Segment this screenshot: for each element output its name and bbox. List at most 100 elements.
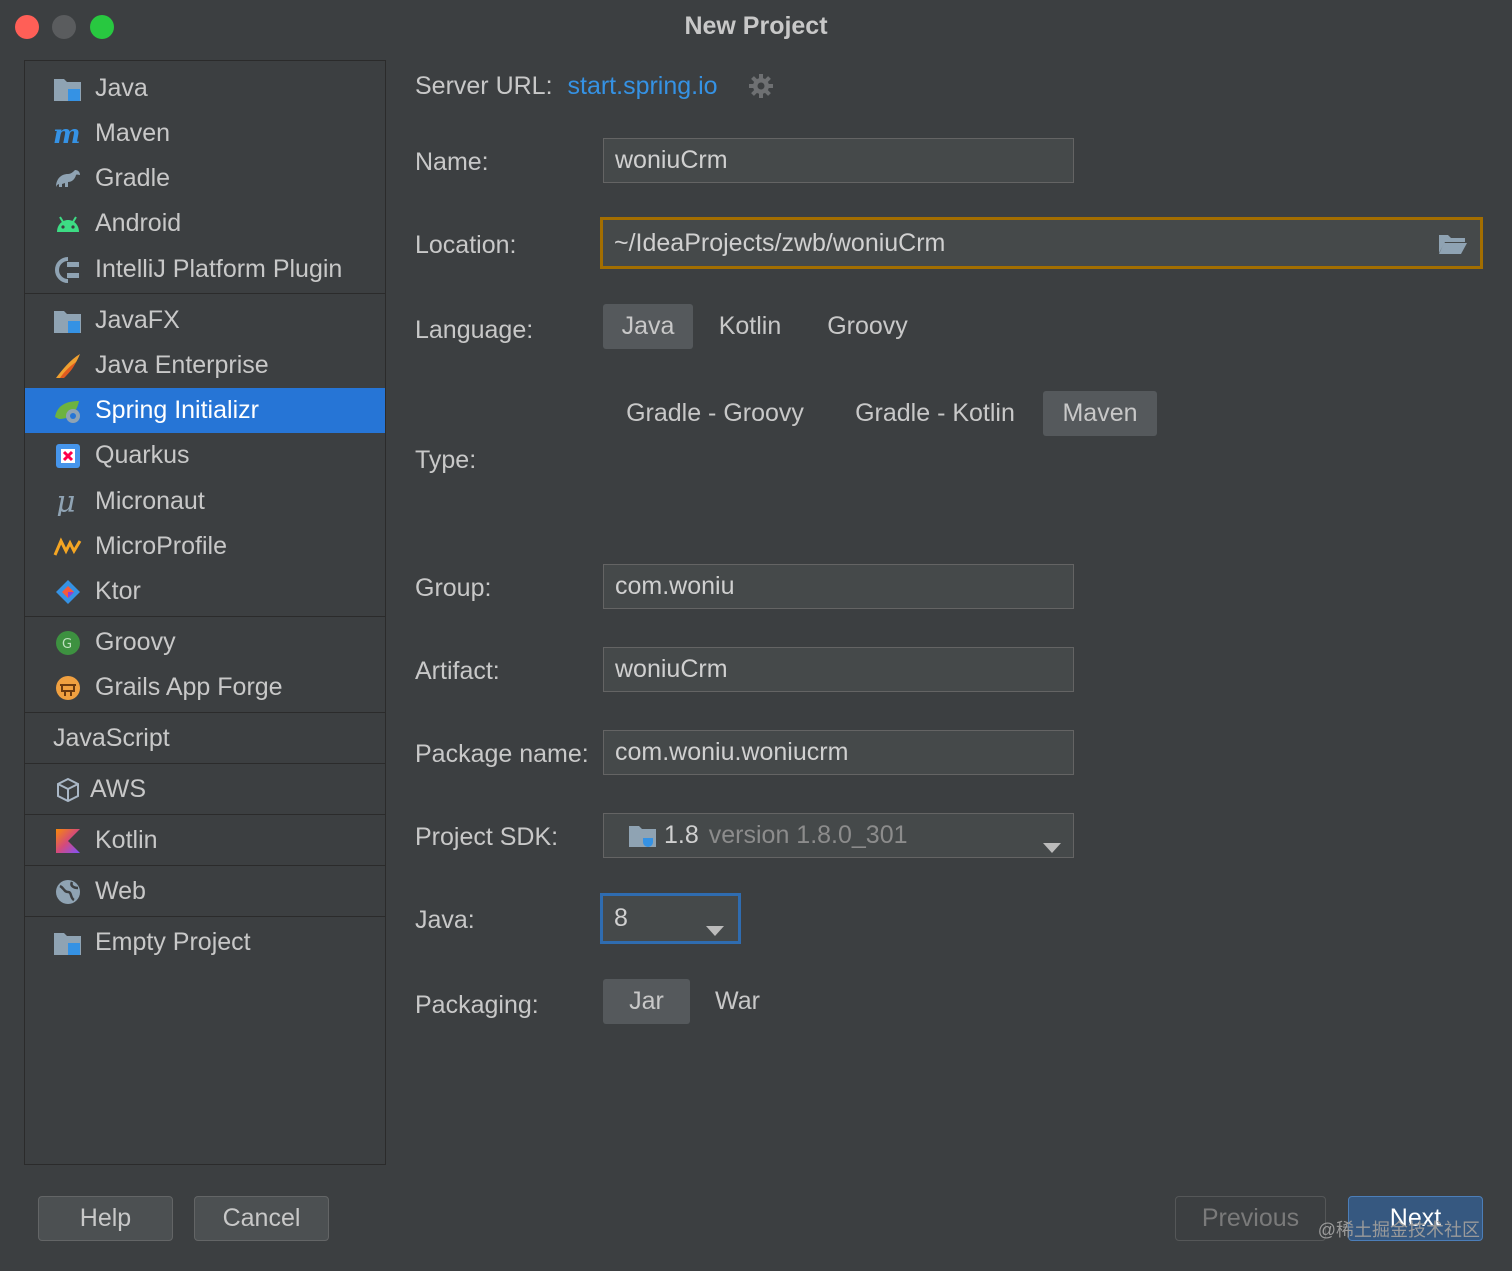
java-folder-icon — [53, 74, 83, 104]
type-option-gradle-groovy[interactable]: Gradle - Groovy — [605, 391, 825, 436]
sidebar-item-label: Quarkus — [95, 441, 190, 469]
svg-text:m: m — [53, 121, 81, 147]
sidebar-item-empty-project[interactable]: Empty Project — [25, 920, 385, 965]
type-option-gradle-kotlin[interactable]: Gradle - Kotlin — [835, 391, 1035, 436]
project-sdk-label: Project SDK: — [415, 823, 559, 851]
previous-button[interactable]: Previous — [1175, 1196, 1326, 1241]
package-name-field[interactable]: com.woniu.woniucrm — [603, 730, 1074, 775]
project-sdk-dropdown[interactable]: 1.8 version 1.8.0_301 — [603, 813, 1074, 858]
sidebar-item-kotlin[interactable]: Kotlin — [25, 818, 385, 863]
title-bar: New Project — [0, 0, 1512, 52]
sidebar-item-aws[interactable]: AWS — [25, 767, 385, 812]
gradle-icon — [53, 164, 83, 194]
gear-icon[interactable] — [748, 73, 774, 99]
sidebar-divider — [25, 814, 385, 815]
sidebar-item-label: Maven — [95, 119, 171, 147]
sidebar-item-ktor[interactable]: Ktor — [25, 569, 385, 614]
java-version-value: 8 — [614, 904, 628, 932]
type-option-maven[interactable]: Maven — [1043, 391, 1157, 436]
packaging-option-war[interactable]: War — [700, 979, 775, 1024]
java-version-label: Java: — [415, 906, 475, 934]
sidebar-item-groovy[interactable]: G Groovy — [25, 620, 385, 665]
sidebar-item-maven[interactable]: m Maven — [25, 111, 385, 156]
microprofile-icon — [53, 532, 83, 562]
javafx-folder-icon — [53, 306, 83, 336]
sidebar-item-grails-app-forge[interactable]: Grails App Forge — [25, 665, 385, 710]
sidebar-item-label: AWS — [90, 775, 147, 803]
web-globe-icon — [53, 877, 83, 907]
sidebar-item-gradle[interactable]: Gradle — [25, 156, 385, 201]
server-url-row: Server URL: start.spring.io — [415, 72, 718, 101]
sidebar-divider — [25, 616, 385, 617]
location-label: Location: — [415, 231, 517, 259]
packaging-label: Packaging: — [415, 991, 539, 1019]
sidebar-item-label: Android — [95, 209, 182, 237]
sidebar-item-micronaut[interactable]: μ Micronaut — [25, 479, 385, 524]
type-label: Type: — [415, 446, 477, 474]
sidebar-item-quarkus[interactable]: Quarkus — [25, 433, 385, 478]
sidebar-item-javascript[interactable]: JavaScript — [25, 716, 385, 761]
sidebar-item-label: Micronaut — [95, 487, 205, 515]
language-label: Language: — [415, 316, 534, 344]
sidebar-item-label: Spring Initializr — [95, 396, 259, 424]
sidebar-divider — [25, 763, 385, 764]
sidebar-item-spring-initializr[interactable]: Spring Initializr — [25, 388, 385, 433]
location-value: ~/IdeaProjects/zwb/woniuCrm — [614, 228, 946, 257]
sidebar-item-label: Grails App Forge — [95, 673, 283, 701]
sidebar-item-java[interactable]: Java — [25, 66, 385, 111]
sdk-name: 1.8 — [664, 821, 699, 849]
sidebar-item-label: IntelliJ Platform Plugin — [95, 255, 343, 283]
svg-text:G: G — [62, 637, 72, 652]
sidebar-item-label: Web — [95, 877, 146, 905]
sidebar-item-intellij-platform-plugin[interactable]: IntelliJ Platform Plugin — [25, 247, 385, 292]
artifact-label: Artifact: — [415, 657, 500, 685]
name-field[interactable]: woniuCrm — [603, 138, 1074, 183]
group-label: Group: — [415, 574, 492, 602]
language-option-java[interactable]: Java — [603, 304, 693, 349]
artifact-field[interactable]: woniuCrm — [603, 647, 1074, 692]
plugin-icon — [53, 255, 83, 285]
help-button[interactable]: Help — [38, 1196, 173, 1241]
name-label: Name: — [415, 148, 489, 176]
server-url-label: Server URL: — [415, 72, 553, 100]
sidebar-item-label: Ktor — [95, 577, 141, 605]
sidebar-item-web[interactable]: Web — [25, 869, 385, 914]
ktor-icon — [53, 577, 83, 607]
sidebar-item-label: Java Enterprise — [95, 351, 269, 379]
empty-project-folder-icon — [53, 928, 83, 958]
server-url-link[interactable]: start.spring.io — [568, 72, 718, 100]
java-version-dropdown[interactable]: 8 — [600, 893, 741, 944]
sdk-version: version 1.8.0_301 — [708, 821, 908, 849]
grails-icon — [53, 673, 83, 703]
packaging-option-jar[interactable]: Jar — [603, 979, 690, 1024]
sidebar-item-android[interactable]: Android — [25, 201, 385, 246]
java-enterprise-icon — [53, 351, 83, 381]
sidebar-item-microprofile[interactable]: MicroProfile — [25, 524, 385, 569]
groovy-icon: G — [53, 628, 83, 658]
kotlin-icon — [53, 826, 83, 856]
location-field[interactable]: ~/IdeaProjects/zwb/woniuCrm — [600, 217, 1483, 269]
chevron-down-icon — [706, 914, 724, 943]
sidebar-divider — [25, 293, 385, 294]
sidebar-item-label: Gradle — [95, 164, 171, 192]
sidebar-divider — [25, 916, 385, 917]
package-name-label: Package name: — [415, 740, 589, 768]
sidebar-item-label: Kotlin — [95, 826, 158, 854]
sidebar-item-label: JavaFX — [95, 306, 180, 334]
chevron-down-icon — [1043, 831, 1061, 860]
project-type-sidebar: Java m Maven Gradle Android IntelliJ Pla… — [24, 60, 386, 1165]
cancel-button[interactable]: Cancel — [194, 1196, 329, 1241]
aws-cube-icon — [53, 775, 83, 805]
android-icon — [53, 209, 83, 239]
group-field[interactable]: com.woniu — [603, 564, 1074, 609]
language-option-kotlin[interactable]: Kotlin — [705, 304, 795, 349]
sidebar-item-java-enterprise[interactable]: Java Enterprise — [25, 343, 385, 388]
browse-folder-icon[interactable] — [1438, 233, 1468, 262]
language-option-groovy[interactable]: Groovy — [815, 304, 920, 349]
sidebar-divider — [25, 712, 385, 713]
jdk-folder-icon — [628, 824, 658, 848]
sidebar-item-javafx[interactable]: JavaFX — [25, 298, 385, 343]
window-title: New Project — [684, 12, 828, 40]
micronaut-icon: μ — [53, 487, 83, 517]
sidebar-divider — [25, 865, 385, 866]
